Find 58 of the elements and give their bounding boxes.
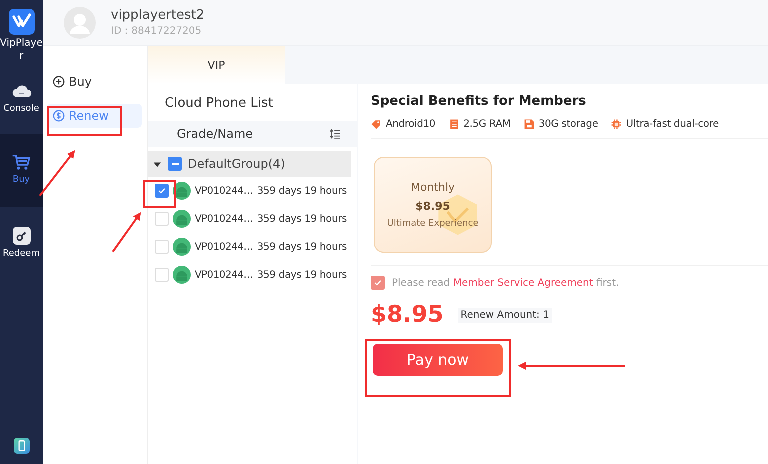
rail-nav-item[interactable]: Redeem xyxy=(0,215,43,271)
user-id: ID：88417227205 xyxy=(111,24,203,38)
cart-icon xyxy=(12,154,32,171)
tag-icon xyxy=(371,119,382,130)
key-icon xyxy=(12,227,30,245)
remaining-time: 359 days 19 hours xyxy=(257,214,348,224)
group-name: DefaultGroup(4) xyxy=(188,157,286,171)
annotation-arrow xyxy=(112,212,142,253)
feature-label: Ultra-fast dual-core xyxy=(626,119,719,130)
agreement-link[interactable]: Member Service Agreement xyxy=(453,278,594,288)
dollar-circle-icon xyxy=(53,110,65,122)
phone-name: VP010244… xyxy=(195,270,254,280)
remaining-time: 359 days 19 hours xyxy=(257,270,348,280)
phone-name: VP010244… xyxy=(195,214,254,224)
phone-icon[interactable] xyxy=(14,438,30,454)
username: vipplayertest2 xyxy=(111,8,205,22)
annotation-arrow xyxy=(39,150,76,197)
android-avatar-icon xyxy=(173,210,191,228)
plan-period: Monthly xyxy=(410,181,456,194)
plan-price: $8.95 xyxy=(416,200,450,213)
feature-label: 2.5G RAM xyxy=(464,119,511,130)
benefits-title: Special Benefits for Members xyxy=(371,94,588,109)
feature-label: 30G storage xyxy=(538,119,598,130)
pay-now-button[interactable]: Pay now xyxy=(373,344,503,376)
plan-subtitle: Ultimate Experience xyxy=(387,219,479,229)
android-avatar-icon xyxy=(173,266,191,284)
check-icon xyxy=(373,278,383,288)
renew-amount: Renew Amount: 1 xyxy=(458,308,552,322)
list-title: Cloud Phone List xyxy=(164,95,274,113)
check-icon xyxy=(157,186,167,196)
plus-circle-icon xyxy=(53,76,65,88)
total-price: $8.95 xyxy=(371,302,444,328)
sort-icon[interactable] xyxy=(330,128,341,140)
row-checkbox[interactable] xyxy=(155,184,169,198)
android-avatar-icon xyxy=(173,238,191,256)
rail-nav-item[interactable]: Console xyxy=(0,71,43,126)
chip-icon xyxy=(611,119,622,130)
agreement-text: Please read Member Service Agreement first. xyxy=(392,278,620,288)
rail-nav-item[interactable]: Buy xyxy=(0,134,43,207)
highlight-box xyxy=(143,180,176,208)
group-checkbox[interactable] xyxy=(168,157,182,171)
memory-icon xyxy=(448,119,460,130)
submenu-item[interactable]: Buy xyxy=(47,70,142,94)
tab[interactable]: VIP xyxy=(148,46,285,84)
agreement-checkbox[interactable] xyxy=(371,276,385,290)
plan-card[interactable]: Monthly $8.95 Ultimate Experience xyxy=(374,157,492,253)
column-title: Grade/Name xyxy=(177,127,254,141)
cloud-icon xyxy=(12,83,32,100)
feature-label: Android10 xyxy=(386,119,436,130)
remaining-time: 359 days 19 hours xyxy=(257,242,348,252)
phone-name: VP010244… xyxy=(195,242,254,252)
caret-icon[interactable] xyxy=(153,160,162,168)
remaining-time: 359 days 19 hours xyxy=(257,186,348,196)
app-logo-icon xyxy=(8,9,34,35)
app-name: VipPlayer xyxy=(0,37,43,63)
phone-name: VP010244… xyxy=(195,186,254,196)
group-row[interactable]: DefaultGroup(4) xyxy=(148,151,351,177)
android-avatar-icon xyxy=(173,182,191,200)
